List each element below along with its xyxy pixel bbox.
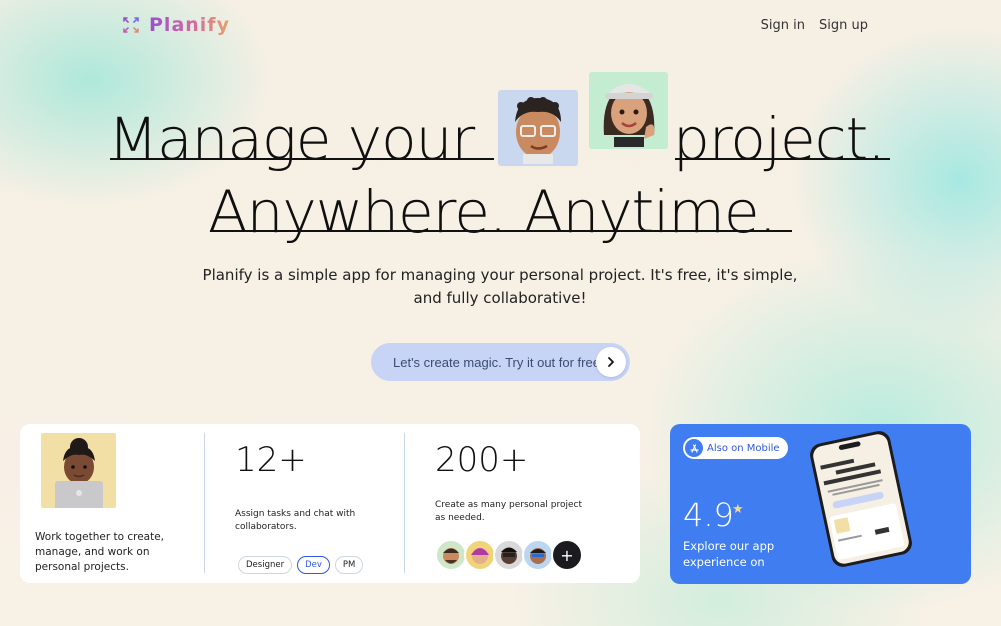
rating-value: 4.9 [683, 496, 734, 534]
add-collaborator-button[interactable]: + [551, 539, 583, 571]
avatar-memoji-laptop [41, 433, 116, 508]
phone-mockup [810, 431, 912, 567]
projects-description: Create as many personal project as neede… [435, 500, 582, 523]
headline-strike-2 [675, 158, 890, 160]
star-icon: ★ [732, 502, 744, 517]
mobile-badge: Also on Mobile [683, 437, 788, 459]
chip-designer[interactable]: Designer [238, 556, 293, 574]
tasks-count: 12+ [235, 440, 307, 480]
headline-strike-1 [110, 158, 494, 160]
chip-pm[interactable]: PM [334, 556, 364, 574]
avatar-memoji-girl [589, 72, 668, 149]
chip-dev[interactable]: Dev [297, 556, 330, 574]
memoji-laptop-icon [55, 438, 103, 508]
sign-up-link[interactable]: Sign up [819, 18, 868, 33]
headline-line-2: Anywhere. Anytime. [208, 178, 777, 246]
projects-count: 200+ [435, 440, 529, 480]
tasks-description: Assign tasks and chat with collaborators… [235, 509, 356, 532]
stats-card: Work together to create, manage, and wor… [20, 424, 640, 583]
brand-name: Planify [149, 14, 230, 36]
hero-subtitle: Planify is a simple app for managing you… [202, 266, 798, 307]
avatar-collaborator-2[interactable] [464, 539, 496, 571]
plus-icon: + [560, 545, 574, 565]
collaboration-text: Work together to create, manage, and wor… [35, 531, 165, 573]
brand-logo[interactable]: Planify [121, 14, 230, 36]
memoji-girl-icon [603, 83, 654, 147]
sign-in-link[interactable]: Sign in [761, 18, 805, 33]
card-divider-2 [404, 433, 405, 573]
mobile-promo-card[interactable]: Also on Mobile 4.9 ★ Explore our app exp… [670, 424, 971, 584]
avatar-memoji-boy [498, 90, 578, 166]
cta-label: Let's create magic. Try it out for free [393, 354, 600, 370]
explore-text: Explore our app experience on [683, 539, 775, 569]
logo-mark-icon [123, 17, 139, 33]
avatar-collaborator-4[interactable] [522, 539, 554, 571]
card-divider-1 [204, 433, 205, 573]
arrow-right-icon[interactable] [596, 347, 626, 377]
headline-strike-3 [210, 230, 792, 232]
avatar-collaborator-3[interactable] [493, 539, 525, 571]
memoji-boy-icon [515, 97, 561, 164]
cta-button[interactable]: Let's create magic. Try it out for free [371, 343, 630, 381]
top-nav: Sign in Sign up [761, 18, 868, 33]
app-store-icon [685, 439, 703, 457]
avatar-collaborator-1[interactable] [435, 539, 467, 571]
role-chips: Designer Dev PM [238, 556, 364, 574]
mobile-badge-label: Also on Mobile [707, 442, 780, 454]
collaborator-avatars: + [435, 539, 583, 571]
